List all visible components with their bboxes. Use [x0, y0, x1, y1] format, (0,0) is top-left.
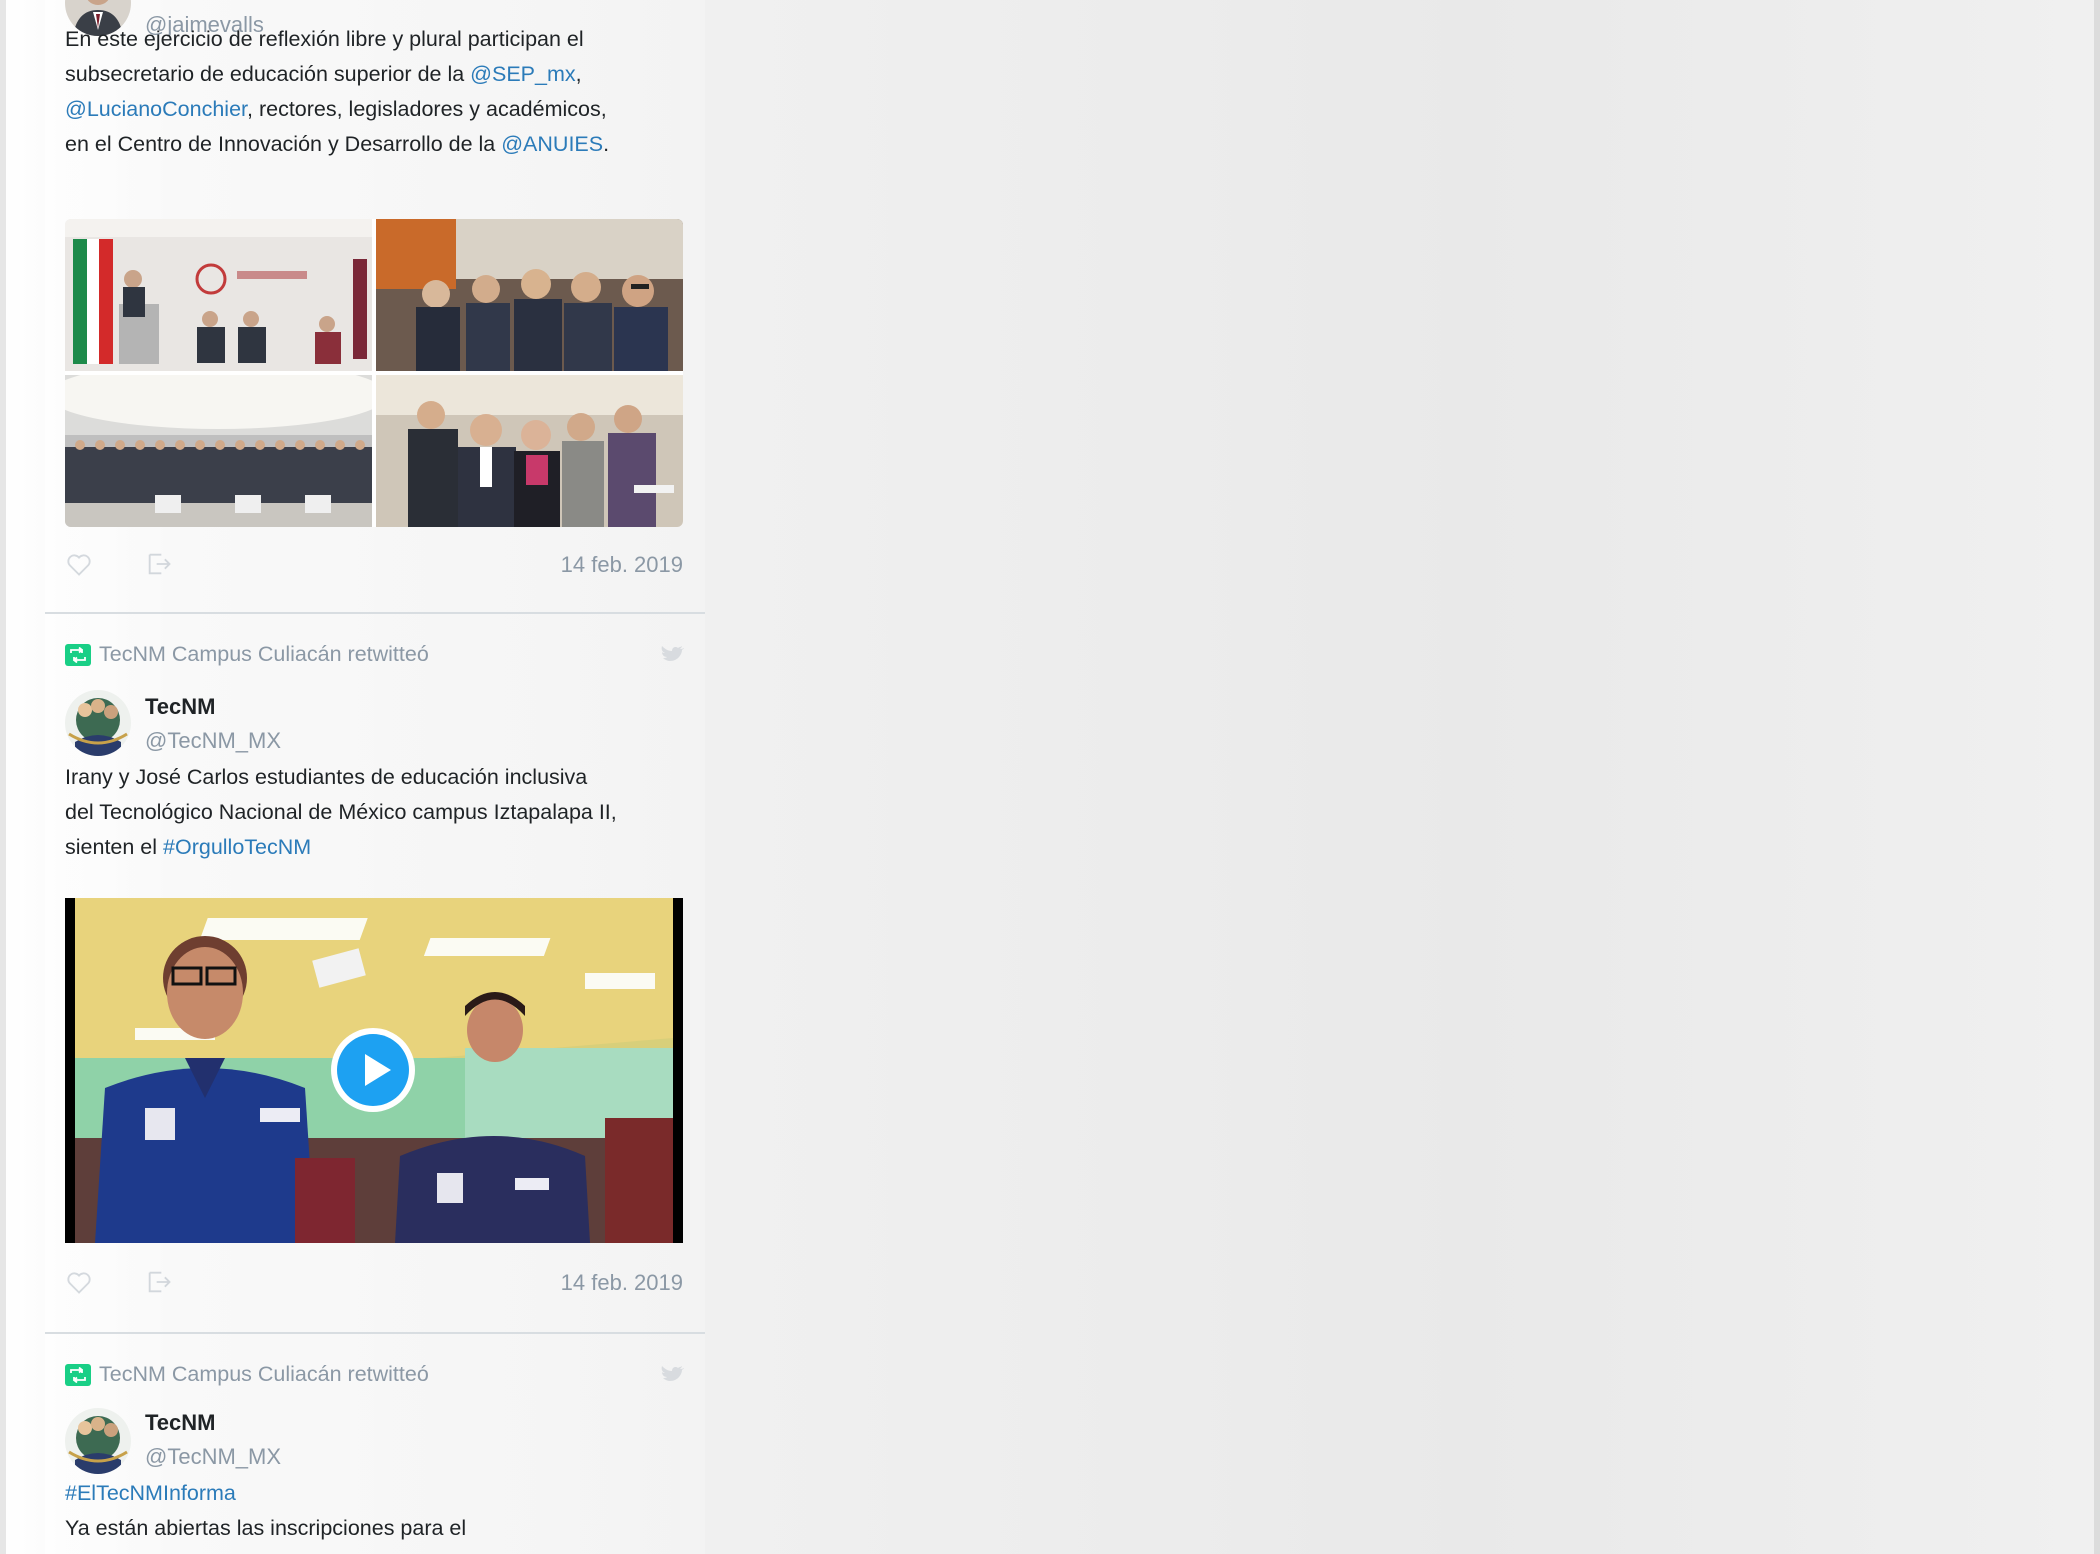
tweet-text-segment: . — [603, 132, 610, 156]
tweet[interactable]: @jaimevalls En este ejercicio de reflexi… — [45, 0, 705, 614]
avatar[interactable] — [65, 1408, 131, 1474]
tweet-date[interactable]: 14 feb. 2019 — [561, 1270, 683, 1296]
page-right-border — [2094, 0, 2100, 1554]
mention-link[interactable]: @LucianoConchier — [65, 97, 247, 121]
tweet-text-line: sienten el #OrgulloTecNM — [65, 830, 705, 865]
heart-icon[interactable] — [65, 550, 93, 578]
tweet-date[interactable]: 14 feb. 2019 — [561, 552, 683, 578]
retweet-indicator: TecNM Campus Culiacán retwitteó — [65, 642, 429, 667]
video-player[interactable] — [65, 898, 683, 1243]
twitter-timeline[interactable]: @jaimevalls En este ejercicio de reflexi… — [45, 0, 705, 1554]
author-name[interactable]: TecNM — [145, 1410, 216, 1436]
tweet-text-segment: en el Centro de Innovación y Desarrollo … — [65, 132, 502, 156]
tweet-photo[interactable] — [65, 375, 372, 527]
author-handle[interactable]: @TecNM_MX — [145, 1444, 281, 1470]
tweet-photo[interactable] — [376, 219, 683, 371]
retweeted-by-label: TecNM Campus Culiacán retwitteó — [99, 642, 429, 666]
tweet[interactable]: TecNM Campus Culiacán retwitteó TecNM @T… — [45, 614, 705, 1334]
tweet-text-segment: subsecretario de educación superior de l… — [65, 62, 471, 86]
tweet-text-segment: , rectores, legisladores y académicos, — [247, 97, 607, 121]
retweet-icon — [65, 1363, 91, 1386]
play-button[interactable] — [331, 1028, 415, 1112]
tweet-text-line: Irany y José Carlos estudiantes de educa… — [65, 765, 588, 789]
heart-icon[interactable] — [65, 1268, 93, 1296]
share-icon[interactable] — [145, 1268, 173, 1296]
tweet-actions: 14 feb. 2019 — [65, 550, 683, 580]
tweet-text-line: del Tecnológico Nacional de México campu… — [65, 800, 617, 824]
hashtag-link[interactable]: #OrgulloTecNM — [163, 835, 311, 859]
mention-link[interactable]: @SEP_mx — [470, 62, 575, 86]
tweet-actions: 14 feb. 2019 — [65, 1268, 683, 1298]
retweet-icon — [65, 643, 91, 666]
share-icon[interactable] — [145, 550, 173, 578]
retweet-indicator: TecNM Campus Culiacán retwitteó — [65, 1362, 429, 1387]
page-left-border — [0, 0, 6, 1554]
tweet[interactable]: TecNM Campus Culiacán retwitteó TecNM @T… — [45, 1334, 705, 1554]
author-handle[interactable]: @TecNM_MX — [145, 728, 281, 754]
twitter-bird-icon[interactable] — [661, 1366, 685, 1384]
tweet-photo[interactable] — [65, 219, 372, 371]
hashtag-link[interactable]: #ElTecNMInforma — [65, 1476, 705, 1511]
tweet-photo[interactable] — [376, 375, 683, 527]
author-name[interactable]: TecNM — [145, 694, 216, 720]
tweet-text-line: En este ejercicio de reflexión libre y p… — [65, 27, 584, 51]
tweet-text-line: en el Centro de Innovación y Desarrollo … — [65, 127, 705, 162]
mention-link[interactable]: @ANUIES — [501, 132, 603, 156]
retweeted-by-label: TecNM Campus Culiacán retwitteó — [99, 1362, 429, 1386]
tweet-text-line: subsecretario de educación superior de l… — [65, 57, 705, 92]
photo-grid[interactable] — [65, 219, 683, 527]
tweet-text-line: Ya están abiertas las inscripciones para… — [65, 1516, 467, 1540]
tweet-text-line: @LucianoConchier, rectores, legisladores… — [65, 92, 705, 127]
tweet-text-segment: sienten el — [65, 835, 164, 859]
twitter-bird-icon[interactable] — [661, 646, 685, 664]
tweet-text: #ElTecNMInforma Ya están abiertas las in… — [65, 1476, 705, 1546]
avatar[interactable] — [65, 690, 131, 756]
tweet-text: En este ejercicio de reflexión libre y p… — [65, 22, 705, 162]
tweet-text: Irany y José Carlos estudiantes de educa… — [65, 760, 705, 865]
tweet-text-segment: , — [575, 62, 582, 86]
